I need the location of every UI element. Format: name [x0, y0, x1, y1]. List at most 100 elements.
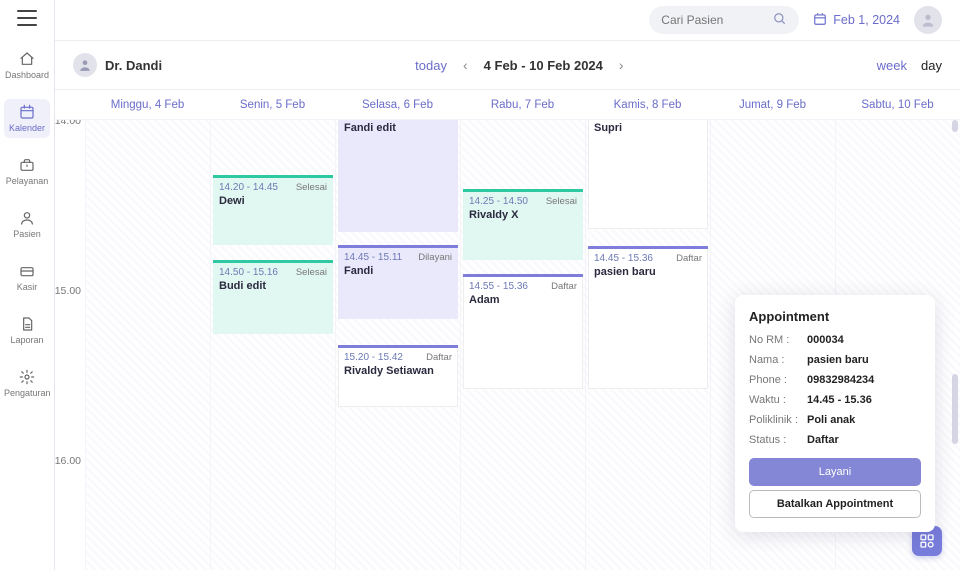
nav-item-laporan[interactable]: Laporan [4, 311, 50, 350]
field-nama-k: Nama : [749, 354, 807, 366]
menu-toggle-icon[interactable] [17, 10, 37, 26]
user-avatar[interactable] [914, 6, 942, 34]
day-header: Selasa, 6 Feb [335, 99, 460, 111]
search-icon[interactable] [773, 12, 787, 29]
appointment-card[interactable]: 14.50 - 15.16SelesaiBudi edit [213, 260, 333, 334]
appt-name: Rivaldy Setiawan [344, 365, 452, 377]
calendar-icon [813, 12, 827, 29]
appointment-card[interactable]: 14.45 - 15.36Daftarpasien baru [588, 246, 708, 389]
sub-header: Dr. Dandi today ‹ 4 Feb - 10 Feb 2024 › … [55, 41, 960, 89]
nav-item-kasir[interactable]: Kasir [4, 258, 50, 297]
field-norm-v: 000034 [807, 334, 921, 346]
day-header: Sabtu, 10 Feb [835, 99, 960, 111]
appt-status: Dilayani [418, 252, 452, 263]
appointment-card[interactable]: 14.20 - 14.45SelesaiDewi [213, 175, 333, 245]
view-day-button[interactable]: day [921, 58, 942, 73]
prev-week-button[interactable]: ‹ [463, 57, 468, 73]
appointment-card[interactable]: 13.55 - 14.40DaftarSupri [588, 120, 708, 229]
appt-name: Budi edit [219, 280, 327, 292]
appt-status: Selesai [546, 196, 577, 207]
field-nama-v: pasien baru [807, 354, 921, 366]
nav-item-dashboard[interactable]: Dashboard [4, 46, 50, 85]
top-bar: Feb 1, 2024 [55, 0, 960, 41]
day-column: 14.25 - 14.50SelesaiRivaldy X14.55 - 15.… [460, 120, 585, 570]
nav-item-pelayanan[interactable]: Pelayanan [4, 152, 50, 191]
nav-label: Pasien [4, 229, 50, 239]
serve-button[interactable]: Layani [749, 458, 921, 486]
gear-icon [4, 369, 50, 385]
field-phone-k: Phone : [749, 374, 807, 386]
day-column: 13.55 - 14.40DaftarSupri14.45 - 15.36Daf… [585, 120, 710, 570]
cancel-button[interactable]: Batalkan Appointment [749, 490, 921, 518]
appt-status: Selesai [296, 267, 327, 278]
calendar: Minggu, 4 FebSenin, 5 FebSelasa, 6 FebRa… [55, 89, 960, 570]
appt-name: Supri [594, 122, 702, 134]
nav-item-kalender[interactable]: Kalender [4, 99, 50, 138]
appt-status: Selesai [296, 182, 327, 193]
next-week-button[interactable]: › [619, 57, 624, 73]
view-week-button[interactable]: week [877, 58, 907, 73]
search-input[interactable] [661, 13, 761, 27]
day-header: Rabu, 7 Feb [460, 99, 585, 111]
date-picker[interactable]: Feb 1, 2024 [813, 12, 900, 29]
scrollbar[interactable] [950, 120, 960, 570]
nav-label: Kalender [4, 123, 50, 133]
field-waktu-v: 14.45 - 15.36 [807, 394, 921, 406]
appointment-card[interactable]: 14.55 - 15.36DaftarAdam [463, 274, 583, 389]
appt-status: Daftar [551, 281, 577, 292]
day-header: Minggu, 4 Feb [85, 99, 210, 111]
calendar-icon [4, 104, 50, 120]
appointment-card[interactable]: 13.55 - 14.40DilayaniFandi edit [338, 120, 458, 232]
appt-name: Dewi [219, 195, 327, 207]
user-icon [4, 210, 50, 226]
field-status-v: Daftar [807, 434, 921, 446]
appt-name: Fandi [344, 265, 452, 277]
appt-name: Rivaldy X [469, 209, 577, 221]
appt-status: Daftar [676, 253, 702, 264]
appointment-details-popover: Appointment No RM :000034 Nama :pasien b… [735, 295, 935, 532]
search-input-wrap[interactable] [649, 6, 799, 34]
field-status-k: Status : [749, 434, 807, 446]
cash-icon [4, 263, 50, 279]
nav-label: Kasir [4, 282, 50, 292]
doctor-name: Dr. Dandi [105, 58, 162, 73]
date-range-label: 4 Feb - 10 Feb 2024 [484, 58, 603, 73]
doctor-avatar-icon [73, 53, 97, 77]
nav-label: Pengaturan [4, 388, 50, 398]
popover-title: Appointment [749, 309, 921, 324]
field-poli-k: Poliklinik : [749, 414, 807, 426]
appt-name: Adam [469, 294, 577, 306]
home-icon [4, 51, 50, 67]
day-header: Kamis, 8 Feb [585, 99, 710, 111]
appt-name: Fandi edit [344, 122, 452, 134]
nav-label: Pelayanan [4, 176, 50, 186]
time-label: 16.00 [55, 455, 81, 467]
day-column: 14.20 - 14.45SelesaiDewi14.50 - 15.16Sel… [210, 120, 335, 570]
field-poli-v: Poli anak [807, 414, 921, 426]
nav-label: Dashboard [4, 70, 50, 80]
doctor-chip: Dr. Dandi [73, 53, 162, 77]
appointment-card[interactable]: 15.20 - 15.42DaftarRivaldy Setiawan [338, 345, 458, 407]
day-column: 13.55 - 14.40DilayaniFandi edit14.45 - 1… [335, 120, 460, 570]
today-button[interactable]: today [415, 58, 447, 73]
nav-item-pengaturan[interactable]: Pengaturan [4, 364, 50, 403]
nav-label: Laporan [4, 335, 50, 345]
time-label: 14.00 [55, 120, 81, 127]
appointment-card[interactable]: 14.45 - 15.11DilayaniFandi [338, 245, 458, 319]
day-column [85, 120, 210, 570]
field-waktu-k: Waktu : [749, 394, 807, 406]
field-phone-v: 09832984234 [807, 374, 921, 386]
appt-name: pasien baru [594, 266, 702, 278]
time-gutter: 14.00 15.00 16.00 [55, 120, 85, 570]
appt-status: Daftar [426, 352, 452, 363]
field-norm-k: No RM : [749, 334, 807, 346]
doc-icon [4, 316, 50, 332]
appointment-card[interactable]: 14.25 - 14.50SelesaiRivaldy X [463, 189, 583, 260]
date-label: Feb 1, 2024 [833, 13, 900, 27]
left-sidebar: Dashboard Kalender Pelayanan Pasien Kasir Lap… [0, 0, 55, 570]
day-headers: Minggu, 4 FebSenin, 5 FebSelasa, 6 FebRa… [55, 90, 960, 120]
nav-item-pasien[interactable]: Pasien [4, 205, 50, 244]
day-header: Jumat, 9 Feb [710, 99, 835, 111]
day-header: Senin, 5 Feb [210, 99, 335, 111]
time-label: 15.00 [55, 285, 81, 297]
